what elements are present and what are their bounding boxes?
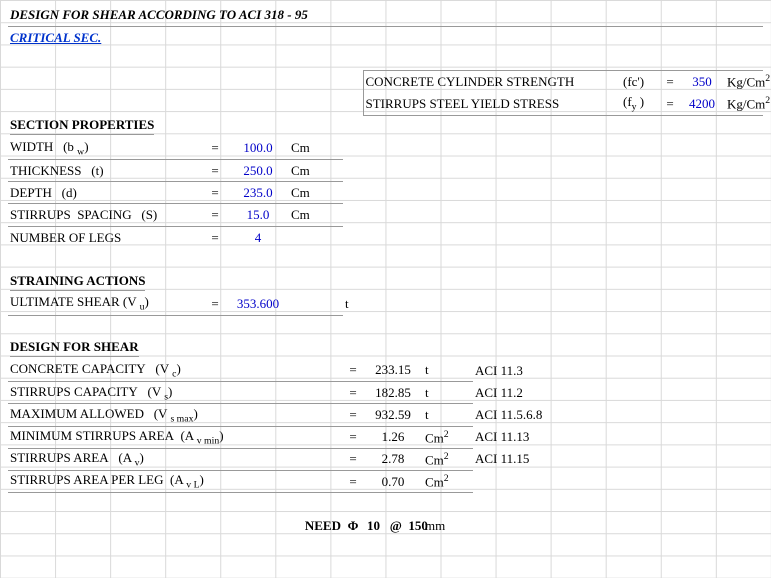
sp-eq-0: = <box>203 137 227 159</box>
spreadsheet-sheet: DESIGN FOR SHEAR ACCORDING TO ACI 318 - … <box>0 0 771 578</box>
straining-actions-heading: STRAINING ACTIONS <box>10 273 145 291</box>
need-label: NEED <box>227 515 343 537</box>
sp-unit-1: Cm <box>289 160 343 182</box>
ds-eq-4: = <box>343 448 363 470</box>
need-phi: Φ <box>343 515 363 537</box>
ds-ref-5 <box>473 471 661 493</box>
need-at: @ <box>390 518 402 533</box>
fc-value: 350 <box>679 71 725 93</box>
sp-val-4: 4 <box>227 226 289 248</box>
section-properties-heading: SECTION PROPERTIES <box>10 117 154 135</box>
fy-label: STIRRUPS STEEL YIELD STRESS <box>363 93 621 115</box>
ds-val-3: 1.26 <box>363 426 423 448</box>
sp-eq-3: = <box>203 204 227 226</box>
fy-symbol: (fy ) <box>621 93 661 115</box>
fy-eq: = <box>661 93 679 115</box>
fy-value: 4200 <box>679 93 725 115</box>
sp-label-3: STIRRUPS SPACING (S) <box>8 204 203 226</box>
ds-val-2: 932.59 <box>363 404 423 426</box>
sp-val-1: 250.0 <box>227 160 289 182</box>
sp-label-2: DEPTH (d) <box>8 182 203 204</box>
ds-eq-1: = <box>343 382 363 404</box>
sp-unit-3: Cm <box>289 204 343 226</box>
sp-unit-4 <box>289 226 343 248</box>
ds-label-3: MINIMUM STIRRUPS AREA (A v min) <box>8 426 343 448</box>
sa-val-0: 353.600 <box>227 293 289 315</box>
ds-val-4: 2.78 <box>363 448 423 470</box>
ds-label-5: STIRRUPS AREA PER LEG (A v L) <box>8 471 343 493</box>
ds-eq-5: = <box>343 471 363 493</box>
fc-symbol: (fc') <box>621 71 661 93</box>
ds-ref-2: ACI 11.5.6.8 <box>473 404 661 426</box>
ds-unit-2: t <box>423 404 473 426</box>
sp-label-0: WIDTH (b w) <box>8 137 203 159</box>
ds-unit-0: t <box>423 360 473 382</box>
fy-unit: Kg/Cm2 <box>725 93 763 115</box>
sp-unit-2: Cm <box>289 182 343 204</box>
ds-eq-0: = <box>343 360 363 382</box>
sp-label-4: NUMBER OF LEGS <box>8 226 203 248</box>
ds-ref-3: ACI 11.13 <box>473 426 661 448</box>
sp-eq-2: = <box>203 182 227 204</box>
need-unit: mm <box>423 515 473 537</box>
sa-label-0: ULTIMATE SHEAR (V u) <box>8 293 203 315</box>
sp-val-0: 100.0 <box>227 137 289 159</box>
sp-val-3: 15.0 <box>227 204 289 226</box>
worksheet-grid: DESIGN FOR SHEAR ACCORDING TO ACI 318 - … <box>8 4 763 537</box>
sa-unit-0: t <box>343 293 363 315</box>
sp-eq-1: = <box>203 160 227 182</box>
sp-label-1: THICKNESS (t) <box>8 160 203 182</box>
sp-eq-4: = <box>203 226 227 248</box>
ds-eq-2: = <box>343 404 363 426</box>
need-diameter: 10 <box>367 518 380 533</box>
ds-val-1: 182.85 <box>363 382 423 404</box>
ds-unit-3: Cm2 <box>423 426 473 448</box>
ds-label-0: CONCRETE CAPACITY (V c) <box>8 360 343 382</box>
sp-unit-0: Cm <box>289 137 343 159</box>
ds-label-4: STIRRUPS AREA (A v) <box>8 448 343 470</box>
fc-eq: = <box>661 71 679 93</box>
fc-unit: Kg/Cm2 <box>725 71 763 93</box>
critical-sec-link[interactable]: CRITICAL SEC. <box>10 30 101 45</box>
ds-ref-1: ACI 11.2 <box>473 382 661 404</box>
ds-unit-4: Cm2 <box>423 448 473 470</box>
sa-eq-0: = <box>203 293 227 315</box>
ds-eq-3: = <box>343 426 363 448</box>
design-for-shear-heading: DESIGN FOR SHEAR <box>10 339 139 357</box>
page-title: DESIGN FOR SHEAR ACCORDING TO ACI 318 - … <box>8 4 621 26</box>
ds-unit-5: Cm2 <box>423 471 473 493</box>
ds-unit-1: t <box>423 382 473 404</box>
ds-ref-4: ACI 11.15 <box>473 448 661 470</box>
ds-val-0: 233.15 <box>363 360 423 382</box>
sp-val-2: 235.0 <box>227 182 289 204</box>
ds-label-2: MAXIMUM ALLOWED (V s max) <box>8 404 343 426</box>
ds-val-5: 0.70 <box>363 471 423 493</box>
ds-label-1: STIRRUPS CAPACITY (V s) <box>8 382 343 404</box>
fc-label: CONCRETE CYLINDER STRENGTH <box>363 71 621 93</box>
ds-ref-0: ACI 11.3 <box>473 360 661 382</box>
